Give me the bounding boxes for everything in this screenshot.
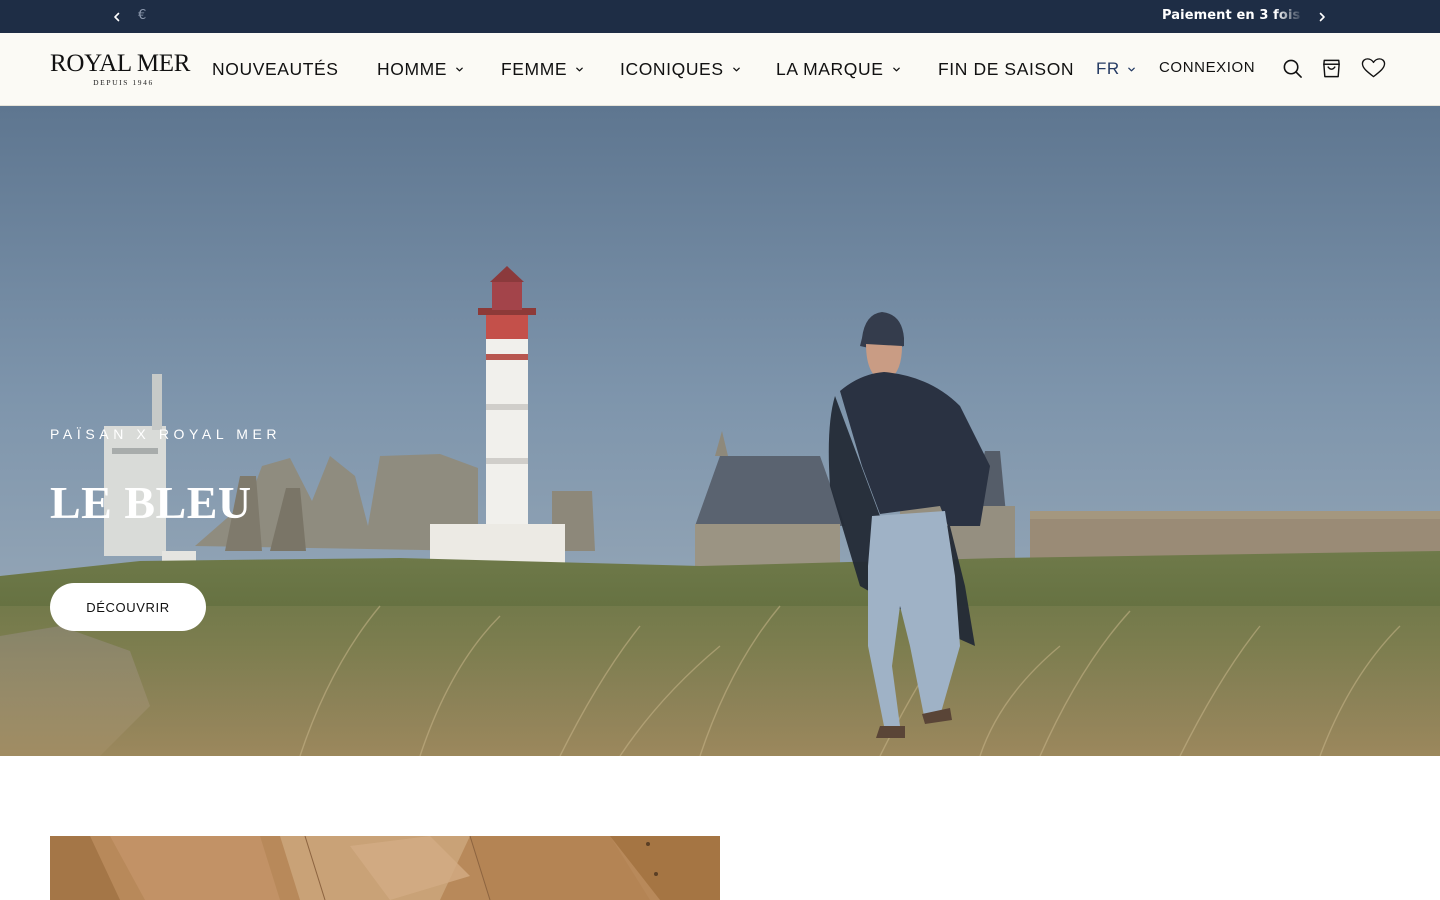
nav-item-label: FEMME (501, 58, 568, 79)
site-header: ROYAL MER DEPUIS 1946 NOUVEAUTÉS HOMME F… (0, 33, 1440, 106)
announcement-next-button[interactable] (1313, 8, 1331, 26)
brand-name: ROYAL MER (50, 50, 191, 77)
chevron-down-icon (732, 65, 741, 74)
patterns-image (50, 836, 720, 900)
editorial-image[interactable] (50, 836, 720, 900)
announcement-bar: € Paiement en 3 fois sans frais (0, 0, 1440, 33)
announcement-prev-button[interactable] (108, 8, 126, 26)
nav-item-label: LA MARQUE (776, 58, 884, 79)
nav-item-label: NOUVEAUTÉS (212, 58, 339, 79)
login-link[interactable]: CONNEXION (1159, 59, 1255, 76)
chevron-down-icon (575, 65, 584, 74)
chevron-down-icon (892, 65, 901, 74)
nav-item-la-marque[interactable]: LA MARQUE (776, 57, 901, 81)
cart-button[interactable] (1320, 57, 1342, 79)
hero-kicker: PAÏSAN X ROYAL MER (50, 426, 282, 442)
nav-item-homme[interactable]: HOMME (377, 57, 464, 81)
nav-item-label: HOMME (377, 58, 448, 79)
chevron-right-icon (1319, 12, 1325, 22)
discover-button[interactable]: DÉCOUVRIR (50, 583, 206, 631)
cart-icon (1322, 59, 1340, 77)
heart-icon (1361, 58, 1385, 78)
nav-item-iconiques[interactable]: ICONIQUES (620, 57, 741, 81)
hero-banner[interactable]: PAÏSAN X ROYAL MER LE BLEU DÉCOUVRIR (0, 106, 1440, 756)
wishlist-button[interactable] (1360, 57, 1386, 79)
language-label: FR (1096, 59, 1120, 78)
language-selector[interactable]: FR (1096, 57, 1136, 81)
brand-logo[interactable]: ROYAL MER DEPUIS 1946 (50, 51, 195, 91)
nav-item-label: FIN DE SAISON (938, 58, 1075, 79)
hero-title: LE BLEU (50, 477, 252, 528)
nav-item-label: ICONIQUES (620, 58, 724, 79)
chevron-left-icon (114, 12, 120, 22)
announcement-message: Paiement en 3 fois sans frais (1162, 8, 1304, 23)
nav-item-femme[interactable]: FEMME (501, 57, 584, 81)
chevron-down-icon (1127, 65, 1136, 74)
nav-item-fin-de-saison[interactable]: FIN DE SAISON (938, 57, 1074, 81)
search-button[interactable] (1281, 57, 1303, 79)
announcement-message-prev: € (138, 8, 147, 23)
nav-item-nouveautes[interactable]: NOUVEAUTÉS (212, 57, 339, 81)
chevron-down-icon (455, 65, 464, 74)
search-icon (1283, 59, 1302, 78)
brand-tagline: DEPUIS 1946 (93, 78, 154, 87)
